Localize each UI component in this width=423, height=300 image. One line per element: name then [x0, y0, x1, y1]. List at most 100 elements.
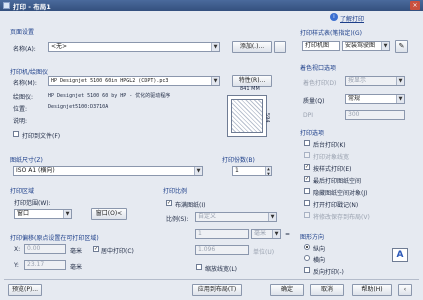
- paper-printable-area: [231, 99, 263, 133]
- offset-y-input[interactable]: 23.17: [24, 260, 66, 270]
- preview-width-label: 841 MM: [240, 86, 260, 92]
- info-icon[interactable]: i: [330, 13, 338, 21]
- collapse-button[interactable]: ‹: [398, 284, 412, 296]
- page-setup-name-label: 名称(A):: [13, 46, 36, 53]
- plot-option-checkbox[interactable]: ✓: [304, 176, 310, 182]
- edit-plot-style-button[interactable]: ✎: [395, 40, 408, 53]
- offset-y-label: Y:: [14, 262, 19, 269]
- plot-scale-group-label: 打印比例: [163, 188, 188, 195]
- fit-to-paper-checkbox[interactable]: ✓: [166, 200, 172, 206]
- scale-lineweights-checkbox[interactable]: [196, 264, 202, 270]
- plot-offset-group-label: 打印偏移(原点设置在可打印区域): [10, 235, 99, 242]
- scale-unit-select[interactable]: 毫米 ▼: [251, 229, 281, 239]
- pencil-icon: ✎: [398, 42, 405, 50]
- scale-unit-value: 毫米: [254, 230, 267, 237]
- page-setup-name-value: <无>: [51, 43, 68, 50]
- print-to-file-label: 打印到文件(F): [22, 133, 61, 140]
- scale-val2-input[interactable]: 1.096: [195, 245, 249, 255]
- printer-name-select[interactable]: HP Designjet 5100 60in HPGL2 (CDPT).pc3 …: [48, 76, 220, 86]
- apply-to-layout-button[interactable]: 应用到布局(T): [192, 284, 242, 296]
- chevron-down-icon: ▼: [396, 95, 404, 103]
- dpi-input[interactable]: 300: [345, 110, 405, 120]
- page-setup-extra-button[interactable]: [274, 41, 286, 53]
- help-link[interactable]: 了解打印: [340, 14, 364, 23]
- chevron-down-icon: ▼: [396, 77, 404, 85]
- plot-option-label: 打印对象线宽: [313, 154, 350, 161]
- landscape-radio[interactable]: [304, 255, 310, 261]
- spinner-icon[interactable]: ▲ ▼: [265, 167, 271, 175]
- upside-down-label: 反向打印(-): [313, 269, 344, 276]
- chevron-left-icon: ‹: [403, 286, 407, 293]
- window-pick-button[interactable]: 窗口(O)<: [91, 208, 127, 220]
- print-dialog: 打印 - 布局1 × i 了解打印 页面设置 名称(A): <无> ▼ 添加(.…: [0, 0, 423, 300]
- plot-options-group-label: 打印选项: [300, 130, 325, 137]
- quality-value: 常规: [348, 95, 361, 102]
- scale-lineweights-label: 缩放线宽(L): [205, 266, 238, 273]
- plot-style-group-label: 打印样式表(笔指定)(G): [300, 30, 363, 37]
- upside-down-checkbox[interactable]: [304, 267, 310, 273]
- close-icon[interactable]: ×: [410, 1, 420, 10]
- footer-separator: [4, 279, 419, 280]
- copies-value: 1: [235, 167, 239, 174]
- plot-option-checkbox[interactable]: [304, 152, 310, 158]
- paper-size-group-label: 图纸尺寸(Z): [10, 157, 43, 164]
- fit-to-paper-label: 布满图纸(I): [175, 202, 206, 209]
- plot-option-checkbox[interactable]: [304, 140, 310, 146]
- scale-equals-label: =: [285, 231, 291, 238]
- plotter-label: 绘图仪:: [13, 94, 34, 101]
- chevron-down-icon: ▼: [211, 77, 219, 85]
- chevron-down-icon: ▼: [381, 42, 389, 50]
- dpi-value: 300: [348, 111, 360, 118]
- quality-select[interactable]: 常规 ▼: [345, 94, 405, 104]
- portrait-label: 纵向: [313, 246, 326, 253]
- scale-val2: 1.096: [198, 246, 216, 253]
- portrait-radio[interactable]: [304, 244, 310, 250]
- scale-label: 比例(S):: [166, 216, 189, 223]
- help-button[interactable]: 帮助(H): [352, 284, 392, 296]
- location-value: Designjet5100:D3710A: [48, 104, 109, 110]
- plot-what-label: 打印范围(W):: [14, 200, 51, 207]
- plot-style-value: 打印机图: [305, 42, 330, 49]
- dpi-label: DPI: [303, 112, 314, 119]
- add-page-setup-button[interactable]: 添加(.)...: [232, 41, 272, 53]
- plot-option-label: 按样式打印(E): [313, 166, 352, 173]
- scale-select[interactable]: 自定义 ▼: [195, 212, 277, 222]
- copies-label: 打印份数(B): [222, 157, 255, 164]
- printer-name-value: HP Designjet 5100 60in HPGL2 (CDPT).pc3: [51, 78, 169, 84]
- app-icon: [3, 2, 10, 9]
- shade-plot-label: 着色打印(D): [303, 80, 337, 87]
- plot-style-select[interactable]: 打印机图: [302, 41, 340, 51]
- plot-option-label: 将修改保存到布局(V): [313, 214, 370, 221]
- plot-option-checkbox[interactable]: [304, 212, 310, 218]
- paper-size-select[interactable]: ISO A1 (横向) ▼: [13, 166, 203, 176]
- plot-option-checkbox[interactable]: [304, 200, 310, 206]
- shade-plot-select[interactable]: 按显示 ▼: [345, 76, 405, 86]
- scale-val1-input[interactable]: 1: [195, 229, 249, 239]
- plot-option-label: 打开打印戳记(N): [313, 202, 359, 209]
- offset-x-input[interactable]: 0.00: [24, 244, 66, 254]
- preview-button[interactable]: 预览(P)...: [8, 284, 42, 296]
- landscape-label: 横向: [313, 257, 326, 264]
- plot-option-checkbox[interactable]: ✓: [304, 164, 310, 170]
- shaded-viewport-group-label: 着色视口选项: [300, 65, 337, 72]
- window-title: 打印 - 布局1: [13, 3, 51, 11]
- title-bar: 打印 - 布局1 ×: [0, 0, 423, 11]
- scale-unit2-label: 单位(U): [253, 249, 275, 256]
- offset-x-value: 0.00: [27, 245, 41, 252]
- print-to-file-checkbox[interactable]: [13, 131, 19, 137]
- page-setup-name-select[interactable]: <无> ▼: [48, 42, 220, 52]
- plot-what-select[interactable]: 窗口 ▼: [14, 209, 72, 219]
- copies-input[interactable]: 1 ▲ ▼: [232, 166, 272, 176]
- orientation-preview-icon: A: [392, 248, 408, 262]
- plot-style-select-2[interactable]: 安装驾驶图 ▼: [342, 41, 390, 51]
- cancel-button[interactable]: 取消: [310, 284, 344, 296]
- plot-option-label: 隐藏图纸空间对象(J): [313, 190, 368, 197]
- offset-y-unit: 毫米: [70, 264, 83, 271]
- chevron-down-icon: ▼: [268, 213, 276, 221]
- ok-button[interactable]: 确定: [270, 284, 304, 296]
- chevron-down-icon: ▼: [272, 230, 280, 238]
- plotter-value: HP Designjet 5100 60 by HP - 优化的驱动程序: [48, 93, 171, 99]
- center-plot-checkbox[interactable]: ✓: [93, 246, 99, 252]
- plot-option-checkbox[interactable]: [304, 188, 310, 194]
- preview-height-label: 594: [264, 113, 270, 123]
